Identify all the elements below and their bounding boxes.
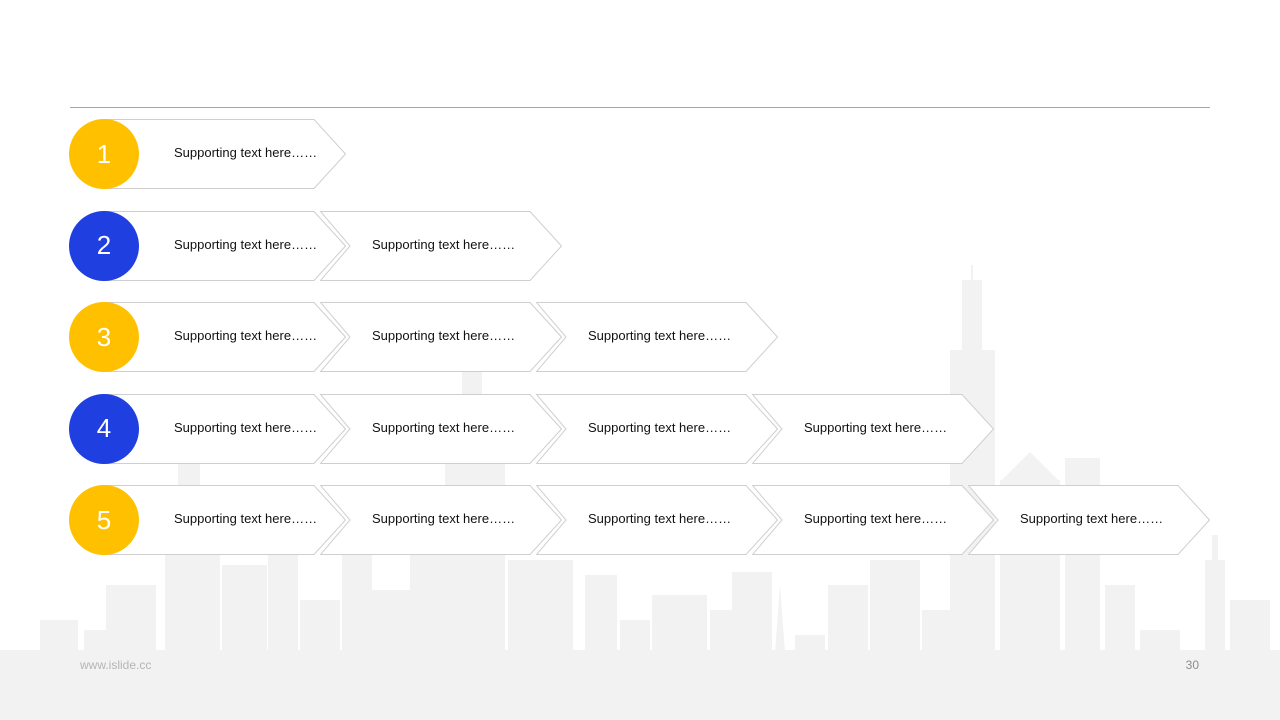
step-text: Supporting text here…… bbox=[372, 511, 516, 526]
step-number-circle: 3 bbox=[69, 302, 139, 372]
chevron-step: Supporting text here…… bbox=[320, 393, 562, 464]
step-number-circle: 5 bbox=[69, 485, 139, 555]
footer-url: www.islide.cc bbox=[80, 658, 152, 672]
chevron-step: Supporting text here…… bbox=[320, 302, 562, 372]
step-text: Supporting text here…… bbox=[174, 236, 318, 252]
step-number-circle: 4 bbox=[69, 393, 139, 464]
step-row-1: Supporting text here…… 1 bbox=[0, 119, 1280, 189]
step-text: Supporting text here…… bbox=[588, 328, 732, 343]
step-row-4: Supporting text here…… Supporting text he… bbox=[0, 393, 1280, 464]
step-row-3: Supporting text here…… Supporting text he… bbox=[0, 302, 1280, 372]
step-text: Supporting text here…… bbox=[372, 328, 516, 343]
step-text: Supporting text here…… bbox=[372, 236, 516, 252]
chevron-step: Supporting text here…… bbox=[320, 485, 562, 555]
step-text: Supporting text here…… bbox=[174, 419, 318, 435]
step-text: Supporting text here…… bbox=[1020, 511, 1164, 526]
step-number-circle: 2 bbox=[69, 210, 139, 281]
step-text: Supporting text here…… bbox=[372, 419, 516, 435]
step-text: Supporting text here…… bbox=[174, 145, 318, 160]
chevron-step: Supporting text here…… bbox=[752, 485, 994, 555]
page-number: 30 bbox=[1185, 658, 1199, 672]
chevron-step: Supporting text here…… bbox=[536, 302, 778, 372]
step-text: Supporting text here…… bbox=[588, 511, 732, 526]
chevron-step: Supporting text here…… bbox=[106, 302, 346, 372]
chevron-step: Supporting text here…… bbox=[752, 393, 994, 464]
chevron-step: Supporting text here…… bbox=[106, 210, 346, 281]
chevron-step: Supporting text here…… bbox=[536, 485, 778, 555]
chevron-step: Supporting text here…… bbox=[106, 119, 346, 189]
chevron-step: Supporting text here…… bbox=[106, 485, 346, 555]
chevron-step: Supporting text here…… bbox=[106, 393, 346, 464]
chevron-step: Supporting text here…… bbox=[968, 485, 1210, 555]
step-text: Supporting text here…… bbox=[804, 511, 948, 526]
step-text: Supporting text here…… bbox=[588, 419, 732, 435]
step-text: Supporting text here…… bbox=[174, 328, 318, 343]
header-divider bbox=[70, 107, 1210, 108]
step-row-2: Supporting text here…… Supporting text he… bbox=[0, 210, 1280, 281]
chevron-step: Supporting text here…… bbox=[536, 393, 778, 464]
chevron-step: Supporting text here…… bbox=[320, 210, 562, 281]
step-text: Supporting text here…… bbox=[174, 511, 318, 526]
step-number-circle: 1 bbox=[69, 119, 139, 189]
step-row-5: Supporting text here…… Supporting text he… bbox=[0, 485, 1280, 555]
step-text: Supporting text here…… bbox=[804, 419, 948, 435]
